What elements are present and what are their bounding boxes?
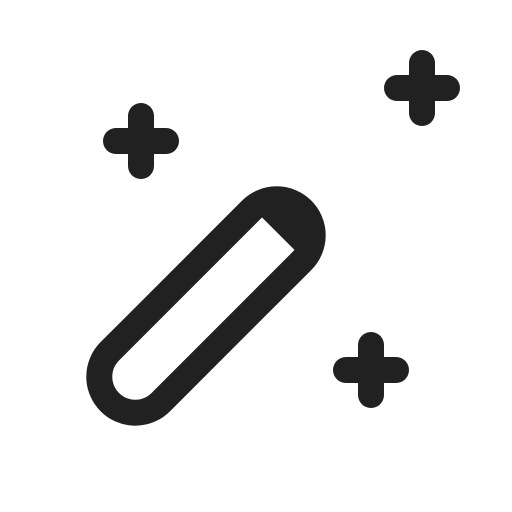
sparkle-top-left-icon	[103, 103, 179, 179]
icon-canvas	[0, 0, 512, 512]
magic-wand-icon	[86, 50, 460, 426]
sparkle-bottom-right-icon	[333, 332, 409, 408]
sparkle-top-right-icon	[384, 50, 460, 126]
